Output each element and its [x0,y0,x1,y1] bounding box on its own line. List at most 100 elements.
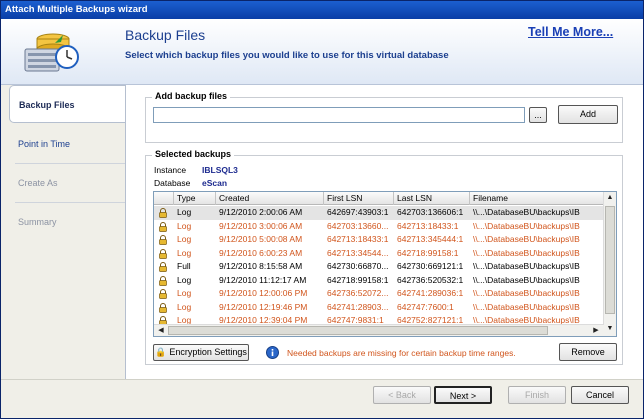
selected-backups-legend: Selected backups [152,149,235,159]
encryption-settings-label: Encryption Settings [169,347,247,357]
database-value: eScan [202,178,228,188]
vertical-scrollbar[interactable]: ▲ ▼ [603,192,616,336]
remove-button[interactable]: Remove [559,343,617,361]
cell-first-lsn: 642713:34544... [327,247,389,258]
tell-me-more-link[interactable]: Tell Me More... [528,25,613,39]
cell-last-lsn: 642747:7600:1 [397,301,454,312]
title-bar: Attach Multiple Backups wizard [1,1,643,19]
cell-filename: \\...\DatabaseBU\backups\IB [473,247,580,258]
backup-database-icon [24,33,79,72]
cell-created: 9/12/2010 12:19:46 PM [219,301,308,312]
cell-last-lsn: 642741:289036:1 [397,288,464,298]
cell-first-lsn: 642736:52072... [327,288,389,298]
table-row[interactable]: Log 9/12/2010 11:12:17 AM 642718:99158:1 64… [154,274,604,288]
cell-filename: \\...\DatabaseBU\backups\IB [473,220,580,231]
lock-icon: 🔒 [155,347,167,357]
info-icon [266,346,279,359]
table-row[interactable]: Full 9/12/2010 8:15:58 AM 642730:66870... 6… [154,260,604,274]
finish-button[interactable]: Finish [508,386,566,404]
missing-backups-warning: Needed backups are missing for certain b… [287,348,516,358]
sidebar-item-label: Summary [18,217,57,227]
cell-filename: \\...\DatabaseBU\backups\IB [473,207,580,217]
scroll-up-icon[interactable]: ▲ [604,193,616,203]
horizontal-scrollbar[interactable]: ◀ ▶ [154,324,604,336]
sidebar-item-label: Backup Files [19,100,75,110]
lock-icon [159,289,167,299]
cell-type: Full [177,261,191,271]
cell-type: Log [177,247,192,258]
wizard-header: Backup Files Select which backup files y… [1,19,643,85]
lock-icon [159,208,167,218]
scroll-down-icon[interactable]: ▼ [604,324,616,334]
table-row[interactable]: Log 9/12/2010 5:00:08 AM 642713:18433:1 642… [154,233,604,247]
cell-filename: \\...\DatabaseBU\backups\IB [473,234,580,244]
cell-created: 9/12/2010 11:12:17 AM [219,274,307,285]
table-row[interactable]: Log 9/12/2010 12:00:06 PM 642736:52072... 6… [154,287,604,301]
wizard-window: Attach Multiple Backups wizard Backup Fi… [0,0,644,419]
table-row[interactable]: Log 9/12/2010 6:00:23 AM 642713:34544... 64… [154,247,604,261]
cell-last-lsn: 642736:520532:1 [397,274,464,285]
lock-icon [159,262,167,272]
sidebar-item-summary: Summary [9,203,127,241]
sidebar-item-label: Point in Time [18,139,71,149]
back-button[interactable]: < Back [373,386,431,404]
cell-type: Log [177,301,192,312]
cell-type: Log [177,220,192,231]
cell-filename: \\...\DatabaseBU\backups\IB [473,301,580,312]
page-subtitle: Select which backup files you would like… [125,50,449,61]
database-label: Database [154,178,191,188]
lock-icon [159,221,167,232]
scroll-left-icon[interactable]: ◀ [155,326,167,336]
cell-filename: \\...\DatabaseBU\backups\IB [473,261,580,271]
cell-type: Log [177,274,192,285]
cell-first-lsn: 642730:66870... [327,261,389,271]
cell-created: 9/12/2010 12:00:06 PM [219,288,308,298]
lock-icon [159,275,167,286]
lock-icon [159,302,167,313]
instance-label: Instance [154,165,187,175]
wizard-footer: < Back Next > Finish Cancel [1,379,643,418]
column-header-created[interactable]: Created [216,192,324,205]
cell-filename: \\...\DatabaseBU\backups\IB [473,288,580,298]
cell-created: 9/12/2010 2:00:06 AM [219,207,303,217]
sidebar-item-point-in-time[interactable]: Point in Time [9,125,127,163]
cell-first-lsn: 642718:99158:1 [327,274,389,285]
column-header-last-lsn[interactable]: Last LSN [394,192,470,205]
scroll-thumb[interactable] [605,206,615,314]
column-header-first-lsn[interactable]: First LSN [324,192,394,205]
cell-last-lsn: 642713:18433:1 [397,220,459,231]
table-row[interactable]: Log 9/12/2010 2:00:06 AM 642697:43903:1 642… [154,206,604,220]
cell-created: 9/12/2010 3:00:06 AM [219,220,303,231]
lock-icon [159,235,167,245]
cell-type: Log [177,207,192,217]
table-row[interactable]: Log 9/12/2010 12:19:46 PM 642741:28903... 6… [154,301,604,315]
add-button[interactable]: Add [558,105,618,124]
cell-last-lsn: 642718:99158:1 [397,247,459,258]
browse-button[interactable]: ... [529,107,547,123]
page-title: Backup Files [125,27,206,43]
cell-type: Log [177,288,192,298]
instance-value: IBLSQL3 [202,165,238,175]
wizard-steps-sidebar: Backup Files Point in Time Create As Sum… [1,85,127,379]
backup-path-input[interactable] [153,107,525,123]
backups-table: Type Created First LSN Last LSN Filename… [153,191,617,337]
cell-first-lsn: 642703:13660... [327,220,389,231]
lock-icon [159,248,167,259]
scroll-right-icon[interactable]: ▶ [590,326,602,336]
cell-first-lsn: 642741:28903... [327,301,389,312]
cancel-button[interactable]: Cancel [571,386,629,404]
encryption-settings-button[interactable]: 🔒 Encryption Settings [153,344,249,361]
cell-created: 9/12/2010 6:00:23 AM [219,247,303,258]
scroll-thumb[interactable] [168,326,548,335]
table-header: Type Created First LSN Last LSN Filename [154,192,604,205]
sidebar-item-label: Create As [18,178,58,188]
next-button[interactable]: Next > [434,386,492,404]
cell-last-lsn: 642713:345444:1 [397,234,464,244]
cell-created: 9/12/2010 5:00:08 AM [219,234,303,244]
column-header-type[interactable]: Type [174,192,216,205]
cell-created: 9/12/2010 8:15:58 AM [219,261,303,271]
cell-last-lsn: 642703:136606:1 [397,207,464,217]
column-header-filename[interactable]: Filename [470,192,604,205]
table-row[interactable]: Log 9/12/2010 3:00:06 AM 642703:13660... 64… [154,220,604,234]
sidebar-item-backup-files[interactable]: Backup Files [9,85,127,123]
